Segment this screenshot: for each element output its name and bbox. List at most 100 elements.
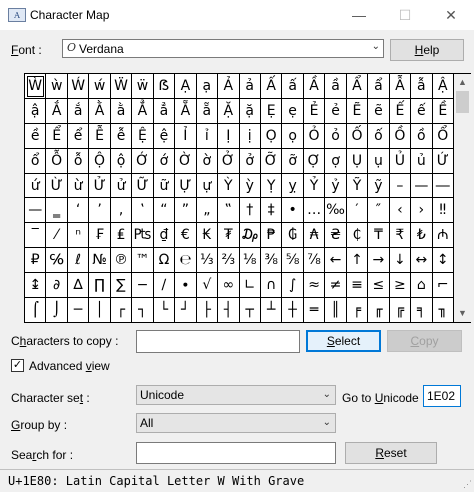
character-cell[interactable]: ự [196, 173, 219, 199]
character-cell[interactable]: Ỗ [46, 148, 68, 174]
character-cell[interactable]: Ắ [46, 98, 68, 124]
character-cell[interactable]: ₳ [303, 223, 326, 249]
character-cell[interactable]: Ẳ [132, 98, 154, 124]
character-cell[interactable]: Ọ [260, 123, 283, 149]
character-cell[interactable]: ‛ [132, 198, 154, 224]
character-cell[interactable]: ⅔ [218, 248, 240, 274]
character-cell[interactable]: ∟ [239, 273, 261, 299]
character-cell[interactable]: ỉ [196, 123, 219, 149]
character-cell[interactable]: ữ [153, 173, 176, 199]
character-cell[interactable]: ố [368, 123, 390, 149]
close-button[interactable]: ✕ [428, 0, 474, 30]
character-cell[interactable]: ổ [25, 148, 47, 174]
character-cell[interactable]: Ệ [132, 123, 154, 149]
character-cell[interactable]: ‟ [218, 198, 240, 224]
character-cell[interactable]: ₸ [368, 223, 390, 249]
character-cell[interactable]: ₫ [153, 223, 176, 249]
character-cell[interactable]: ầ [325, 74, 347, 99]
character-cell[interactable]: Ằ [89, 98, 111, 124]
character-cell[interactable]: ₲ [282, 223, 304, 249]
character-cell[interactable]: ợ [325, 148, 347, 174]
character-cell[interactable]: ⌐ [432, 273, 454, 299]
character-cell[interactable]: └ [153, 298, 176, 323]
character-cell[interactable]: ₺ [411, 223, 433, 249]
character-cell[interactable]: ₹ [389, 223, 412, 249]
character-cell[interactable]: Ỷ [303, 173, 326, 199]
character-cell[interactable]: Ừ [46, 173, 68, 199]
character-cell[interactable]: ┘ [175, 298, 197, 323]
character-cell[interactable]: Ỳ [218, 173, 240, 199]
character-cell[interactable]: … [303, 198, 326, 224]
character-cell[interactable]: ỳ [239, 173, 261, 199]
character-cell[interactable]: ╒ [346, 298, 369, 323]
character-cell[interactable]: Ặ [218, 98, 240, 124]
character-cell[interactable]: – [389, 173, 412, 199]
character-cell[interactable]: ≠ [325, 273, 347, 299]
character-cell[interactable]: ┴ [260, 298, 283, 323]
character-cell[interactable]: ™ [132, 248, 154, 274]
character-cell[interactable]: ⌡ [46, 298, 68, 323]
character-cell[interactable]: Ữ [132, 173, 154, 199]
character-cell[interactable]: Ờ [175, 148, 197, 174]
character-cell[interactable]: Ẃ [67, 74, 90, 99]
character-cell[interactable]: ừ [67, 173, 90, 199]
copy-button[interactable]: Copy [387, 330, 462, 352]
character-cell[interactable]: ẻ [325, 98, 347, 124]
character-cell[interactable]: ╖ [432, 298, 454, 323]
character-cell[interactable]: ⁿ [67, 223, 90, 249]
character-cell[interactable]: ủ [411, 148, 433, 174]
character-cell[interactable]: ₼ [432, 223, 454, 249]
character-cell[interactable]: ₧ [132, 223, 154, 249]
character-cell[interactable]: ’ [89, 198, 111, 224]
character-cell[interactable]: Ω [153, 248, 176, 274]
character-cell[interactable]: ⌂ [411, 273, 433, 299]
character-cell[interactable]: ≥ [389, 273, 412, 299]
character-cell[interactable]: ₴ [325, 223, 347, 249]
character-cell[interactable]: ở [239, 148, 261, 174]
character-cell[interactable]: ẃ [89, 74, 111, 99]
character-cell[interactable]: ′ [346, 198, 369, 224]
character-cell[interactable]: ế [411, 98, 433, 124]
character-cell[interactable]: Ầ [303, 74, 326, 99]
character-cell[interactable]: Ớ [132, 148, 154, 174]
character-cell[interactable]: ồ [411, 123, 433, 149]
character-cell[interactable]: Ẽ [346, 98, 369, 124]
character-cell[interactable]: Ẫ [389, 74, 412, 99]
character-cell[interactable]: Ẵ [175, 98, 197, 124]
character-cell[interactable]: ┤ [218, 298, 240, 323]
character-cell[interactable]: ₯ [239, 223, 261, 249]
character-cell[interactable]: ử [110, 173, 133, 199]
character-cell[interactable]: ℅ [46, 248, 68, 274]
character-cell[interactable]: † [239, 198, 261, 224]
character-cell[interactable]: ⅝ [282, 248, 304, 274]
character-cell[interactable]: ∏ [89, 273, 111, 299]
character-cell[interactable]: ≤ [368, 273, 390, 299]
character-cell[interactable]: ỗ [67, 148, 90, 174]
character-cell[interactable]: › [411, 198, 433, 224]
character-cell[interactable]: Ẩ [346, 74, 369, 99]
character-cell[interactable]: ẁ [46, 74, 68, 99]
resize-grip-icon[interactable]: ⋰ [463, 479, 472, 490]
character-cell[interactable]: Ẹ [260, 98, 283, 124]
character-cell[interactable]: ị [239, 123, 261, 149]
character-cell[interactable]: ‼ [432, 198, 454, 224]
character-cell[interactable]: ‡ [260, 198, 283, 224]
character-cell[interactable]: Ễ [89, 123, 111, 149]
character-cell[interactable]: — [411, 173, 433, 199]
reset-button[interactable]: Reset [345, 442, 437, 464]
character-cell[interactable]: ỵ [282, 173, 304, 199]
character-cell[interactable]: ⅞ [303, 248, 326, 274]
character-cell[interactable]: ≈ [303, 273, 326, 299]
character-cell[interactable]: Ỉ [175, 123, 197, 149]
character-cell[interactable]: ặ [239, 98, 261, 124]
character-set-dropdown[interactable]: Unicode ⌄ [136, 385, 336, 405]
character-cell[interactable]: → [368, 248, 390, 274]
character-cell[interactable]: ỹ [368, 173, 390, 199]
character-cell[interactable]: — [25, 198, 47, 224]
character-cell[interactable]: Ể [46, 123, 68, 149]
character-cell[interactable]: ấ [282, 74, 304, 99]
font-dropdown[interactable]: O Verdana ⌄ [62, 39, 384, 58]
character-cell[interactable]: ộ [110, 148, 133, 174]
character-cell[interactable]: ẵ [196, 98, 219, 124]
character-cell[interactable]: ỷ [325, 173, 347, 199]
